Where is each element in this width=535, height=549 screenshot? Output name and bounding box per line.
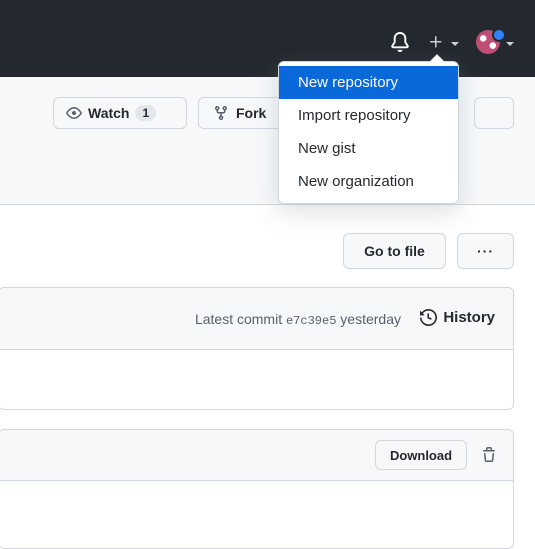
watch-button[interactable]: Watch 1	[53, 97, 187, 129]
download-button[interactable]: Download	[375, 440, 467, 470]
latest-commit-box: Latest commit e7c39e5 yesterday History	[0, 287, 514, 410]
avatar-caret-icon	[506, 42, 514, 46]
commit-sha-link[interactable]: e7c39e5	[286, 314, 336, 328]
menu-item-new-organization[interactable]: New organization	[279, 165, 458, 198]
watch-label: Watch	[88, 105, 130, 121]
plus-icon	[430, 36, 442, 48]
latest-commit-info: Latest commit e7c39e5 yesterday	[195, 311, 401, 328]
create-new-menu: New repository Import repository New gis…	[278, 54, 459, 204]
more-options-button[interactable]: ···	[457, 233, 514, 269]
history-link[interactable]: History	[420, 309, 495, 326]
menu-item-import-repository[interactable]: Import repository	[279, 99, 458, 132]
file-viewer-box: Download	[0, 429, 514, 549]
status-dot	[492, 28, 506, 42]
fork-button[interactable]: Fork	[198, 97, 288, 129]
history-icon	[420, 309, 438, 326]
fork-icon	[215, 106, 227, 121]
eye-icon	[66, 107, 82, 119]
bell-icon[interactable]	[390, 32, 410, 52]
go-to-file-label: Go to file	[364, 243, 425, 259]
star-dropdown-button[interactable]	[474, 97, 514, 129]
plus-caret-icon	[451, 42, 459, 46]
history-label: History	[443, 309, 495, 326]
create-new-button[interactable]	[428, 31, 450, 53]
go-to-file-button[interactable]: Go to file	[343, 233, 446, 269]
latest-commit-header: Latest commit e7c39e5 yesterday History	[0, 288, 513, 350]
latest-commit-prefix: Latest commit	[194, 311, 283, 327]
download-label: Download	[389, 447, 453, 463]
trash-icon[interactable]	[481, 446, 497, 464]
menu-item-new-gist[interactable]: New gist	[279, 132, 458, 165]
file-viewer-header: Download	[0, 430, 513, 481]
commit-time: yesterday	[340, 311, 401, 327]
kebab-horizontal-icon: ···	[477, 243, 494, 259]
fork-label: Fork	[236, 105, 267, 121]
watch-count: 1	[135, 105, 157, 121]
menu-item-new-repository[interactable]: New repository	[279, 66, 458, 99]
